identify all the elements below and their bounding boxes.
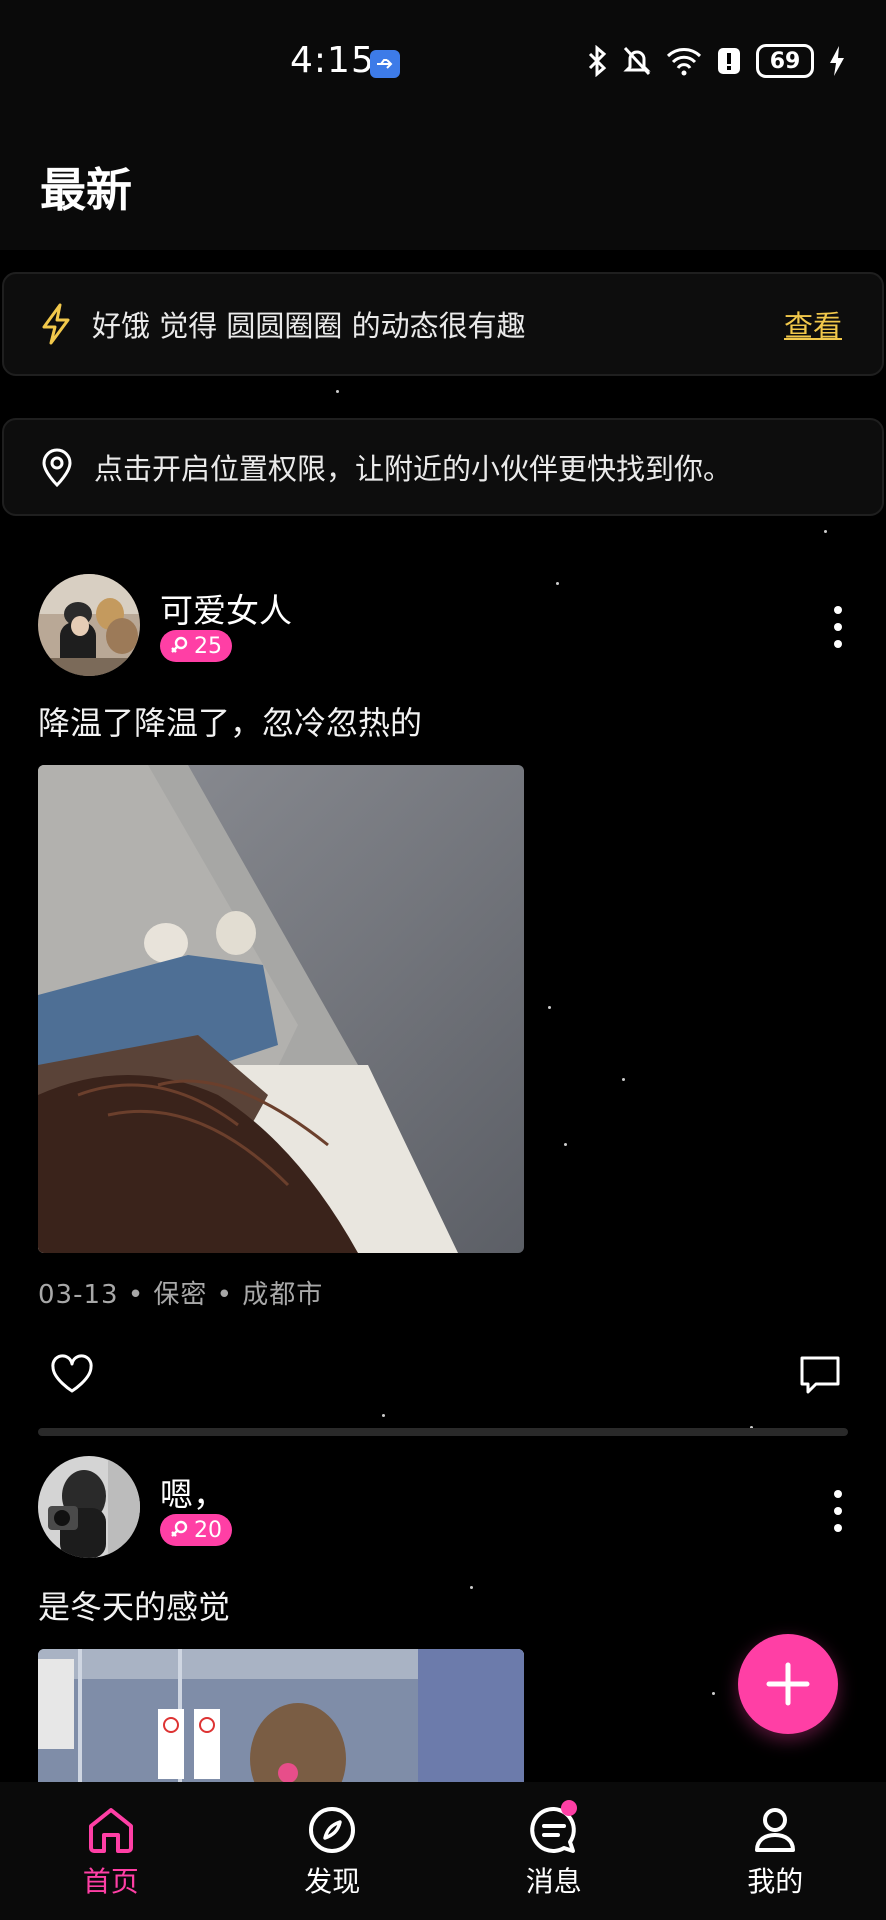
page-header: 最新 bbox=[0, 130, 886, 250]
tab-label: 消息 bbox=[525, 1865, 582, 1898]
page-title: 最新 bbox=[40, 163, 132, 217]
location-text: 点击开启位置权限，让附近的小伙伴更快找到你。 bbox=[94, 452, 733, 486]
avatar[interactable] bbox=[38, 574, 140, 676]
charging-icon bbox=[830, 46, 844, 76]
age-badge: 20 bbox=[160, 1514, 232, 1546]
tab-label: 首页 bbox=[82, 1865, 139, 1898]
tab-label: 我的 bbox=[747, 1865, 804, 1898]
background-speck bbox=[824, 530, 827, 533]
add-post-button[interactable] bbox=[738, 1634, 838, 1734]
tab-discover[interactable]: 发现 bbox=[222, 1782, 444, 1920]
tab-label: 发现 bbox=[304, 1865, 361, 1898]
feed-post: 嗯， 20 是冬天的感觉 bbox=[0, 1454, 886, 1789]
more-options-icon[interactable] bbox=[830, 1490, 846, 1532]
bottom-tab-bar: 首页 发现 消息 我的 bbox=[0, 1782, 886, 1920]
post-text: 降温了降温了，忽冷忽热的 bbox=[38, 704, 423, 742]
plus-icon bbox=[766, 1662, 810, 1706]
battery-indicator: 69 bbox=[756, 44, 814, 78]
post-divider bbox=[38, 1428, 848, 1436]
mute-bell-icon bbox=[623, 46, 651, 76]
age-value: 20 bbox=[194, 1517, 222, 1543]
home-icon bbox=[88, 1808, 133, 1853]
like-heart-icon[interactable] bbox=[50, 1354, 94, 1394]
tab-messages[interactable]: 消息 bbox=[443, 1782, 665, 1920]
bluetooth-icon bbox=[588, 45, 607, 77]
status-icons: 69 bbox=[586, 44, 846, 78]
profile-icon bbox=[755, 1808, 796, 1852]
comment-icon[interactable] bbox=[798, 1354, 842, 1396]
post-photo[interactable] bbox=[38, 1649, 524, 1789]
unread-dot bbox=[561, 1800, 577, 1816]
alert-icon bbox=[718, 48, 740, 74]
wifi-icon bbox=[666, 48, 702, 76]
avatar[interactable] bbox=[38, 1456, 140, 1558]
compass-icon bbox=[309, 1807, 356, 1853]
notice-text: 好饿 觉得 圆圆圈圈 的动态很有趣 bbox=[92, 309, 526, 343]
status-bar: 4:15 69 bbox=[0, 0, 886, 130]
age-value: 25 bbox=[194, 633, 222, 659]
female-icon bbox=[171, 1520, 188, 1537]
status-time: 4:15 bbox=[290, 40, 375, 81]
post-photo[interactable] bbox=[38, 765, 524, 1253]
location-pin-icon bbox=[42, 448, 72, 487]
notice-banner[interactable]: 好饿 觉得 圆圆圈圈 的动态很有趣 查看 bbox=[2, 272, 884, 376]
tab-home[interactable]: 首页 bbox=[0, 1782, 222, 1920]
usb-icon bbox=[370, 50, 400, 78]
post-meta: 03-13 • 保密 • 成都市 bbox=[38, 1280, 324, 1310]
view-link[interactable]: 查看 bbox=[784, 303, 842, 345]
female-icon bbox=[171, 636, 188, 653]
username[interactable]: 嗯， bbox=[160, 1468, 226, 1516]
username[interactable]: 可爱女人 bbox=[160, 584, 292, 632]
post-text: 是冬天的感觉 bbox=[38, 1588, 231, 1626]
background-speck bbox=[336, 390, 339, 393]
location-permission-banner[interactable]: 点击开启位置权限，让附近的小伙伴更快找到你。 bbox=[2, 418, 884, 516]
more-options-icon[interactable] bbox=[830, 606, 846, 648]
feed-post: 可爱女人 25 降温了降温了，忽冷忽热的 03-13 • 保密 • 成都市 bbox=[0, 570, 886, 1440]
tab-profile[interactable]: 我的 bbox=[665, 1782, 886, 1920]
lightning-icon bbox=[42, 303, 70, 345]
age-badge: 25 bbox=[160, 630, 232, 662]
